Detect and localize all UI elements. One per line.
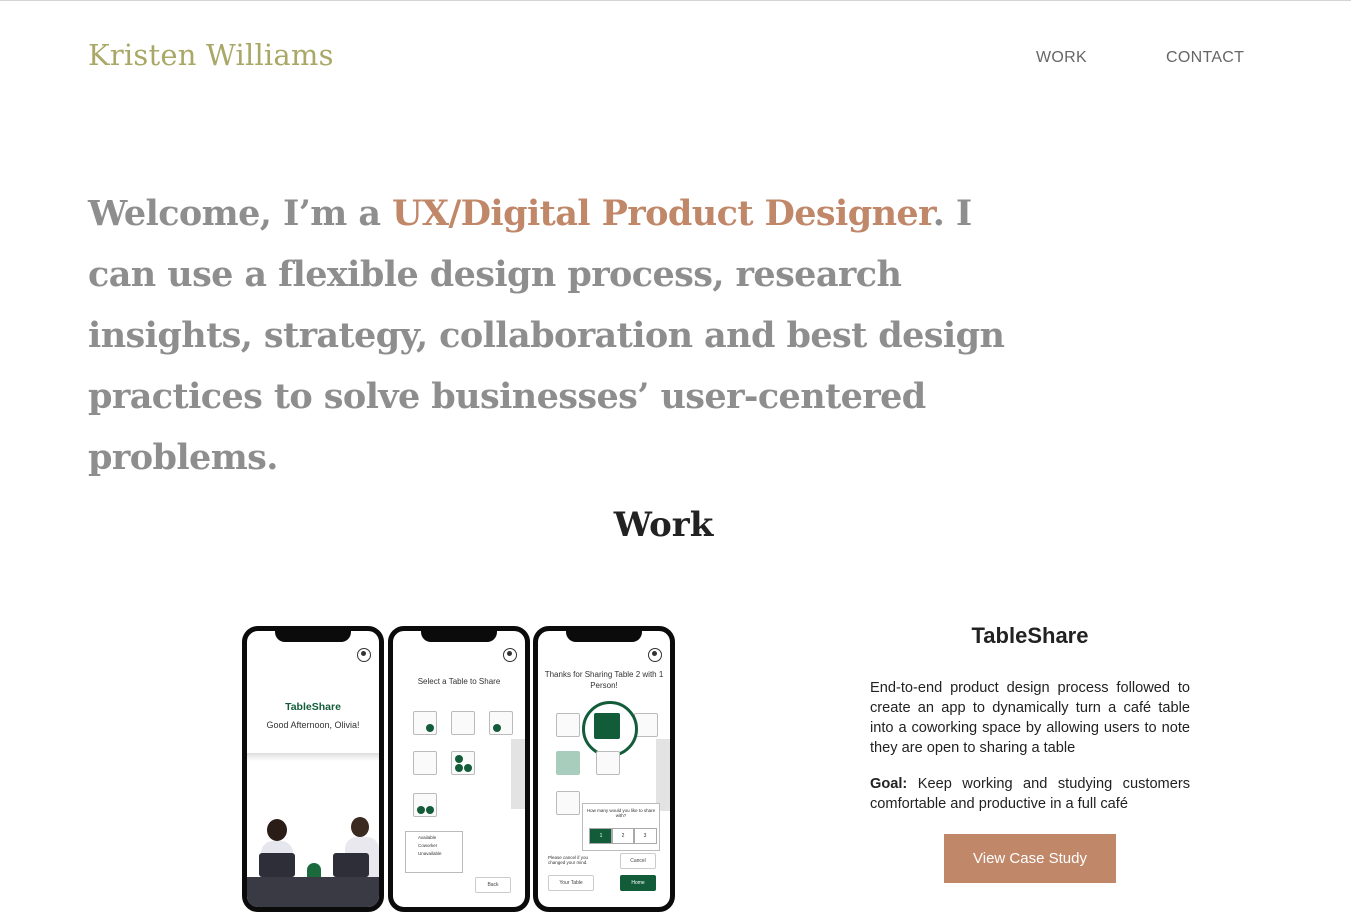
hero-role: UX/Digital Product Designer xyxy=(391,193,933,234)
work-section-title: Work xyxy=(613,505,714,545)
counter-area xyxy=(511,739,525,809)
profile-icon xyxy=(357,648,371,662)
hero-intro: Welcome, I’m a xyxy=(88,193,392,234)
share-option-1: 1 xyxy=(589,828,613,844)
selected-table xyxy=(594,713,620,739)
back-button: Back xyxy=(475,877,511,893)
nav-contact-link[interactable]: CONTACT xyxy=(1166,49,1244,67)
legend-panel: Available Coworker Unavailable xyxy=(405,831,463,873)
share-option-2: 2 xyxy=(611,828,635,844)
legend-unavailable: Unavailable xyxy=(418,851,442,856)
legend-coworker: Coworker xyxy=(418,843,438,848)
home-button: Home xyxy=(620,875,656,891)
table-tile xyxy=(556,751,580,775)
plant-icon xyxy=(307,863,321,877)
project-title: TableShare xyxy=(971,623,1089,648)
share-option-3: 3 xyxy=(633,828,657,844)
illustration-person-head xyxy=(351,817,369,837)
screen-title: Select a Table to Share xyxy=(417,677,501,686)
table-tile xyxy=(413,793,437,817)
nav-work-link[interactable]: WORK xyxy=(1036,49,1087,67)
goal-text: Keep working and studying customers comf… xyxy=(870,776,1190,812)
project-goal: Goal: Keep working and studying customer… xyxy=(870,774,1190,814)
app-greeting: Good Afternoon, Olivia! xyxy=(266,720,360,730)
table-tile xyxy=(489,711,513,735)
profile-icon xyxy=(648,648,662,662)
table-tile xyxy=(451,751,475,775)
project-description: End-to-end product design process follow… xyxy=(870,680,1190,756)
illustration-person-head xyxy=(267,819,287,841)
cancel-note: Please cancel if you changed your mind. xyxy=(548,855,589,865)
screen-title: Thanks for Sharing Table 2 with 1 Person… xyxy=(544,670,664,690)
your-table-pill: Your Table xyxy=(548,875,594,891)
phone-mockup-confirm: Thanks for Sharing Table 2 with 1 Person… xyxy=(533,626,675,912)
phone-notch xyxy=(566,631,642,642)
site-logo[interactable]: Kristen Williams xyxy=(88,38,334,72)
cancel-button: Cancel xyxy=(620,853,656,869)
illustration-desk xyxy=(247,877,379,907)
table-tile xyxy=(596,751,620,775)
legend-available: Available xyxy=(418,835,437,840)
counter-area xyxy=(656,739,670,811)
app-title: TableShare xyxy=(285,701,341,713)
laptop-icon xyxy=(259,853,295,877)
phone-notch xyxy=(421,631,497,642)
table-tile xyxy=(451,711,475,735)
hero-rest: . I can use a flexible design process, r… xyxy=(88,193,1005,478)
top-divider xyxy=(0,0,1351,1)
laptop-icon xyxy=(333,853,369,877)
phone-mockup-home: TableShare Good Afternoon, Olivia! xyxy=(242,626,384,912)
phone-notch xyxy=(275,631,351,642)
project-thumbnail-phones[interactable]: TableShare Good Afternoon, Olivia! Selec… xyxy=(242,626,675,912)
header-shadow xyxy=(247,753,379,761)
share-count-popup: How many would you like to share with? 1… xyxy=(582,803,660,851)
table-tile xyxy=(556,791,580,815)
profile-icon xyxy=(503,648,517,662)
hero-statement: Welcome, I’m a UX/Digital Product Design… xyxy=(88,183,1048,488)
table-tile xyxy=(413,711,437,735)
goal-label: Goal: xyxy=(870,776,908,792)
phone-mockup-select-table: Select a Table to Share Available Cowork… xyxy=(388,626,530,912)
table-tile xyxy=(556,713,580,737)
share-question: How many would you like to share with? xyxy=(586,808,656,818)
view-case-study-button[interactable]: View Case Study xyxy=(944,834,1116,883)
table-tile xyxy=(413,751,437,775)
